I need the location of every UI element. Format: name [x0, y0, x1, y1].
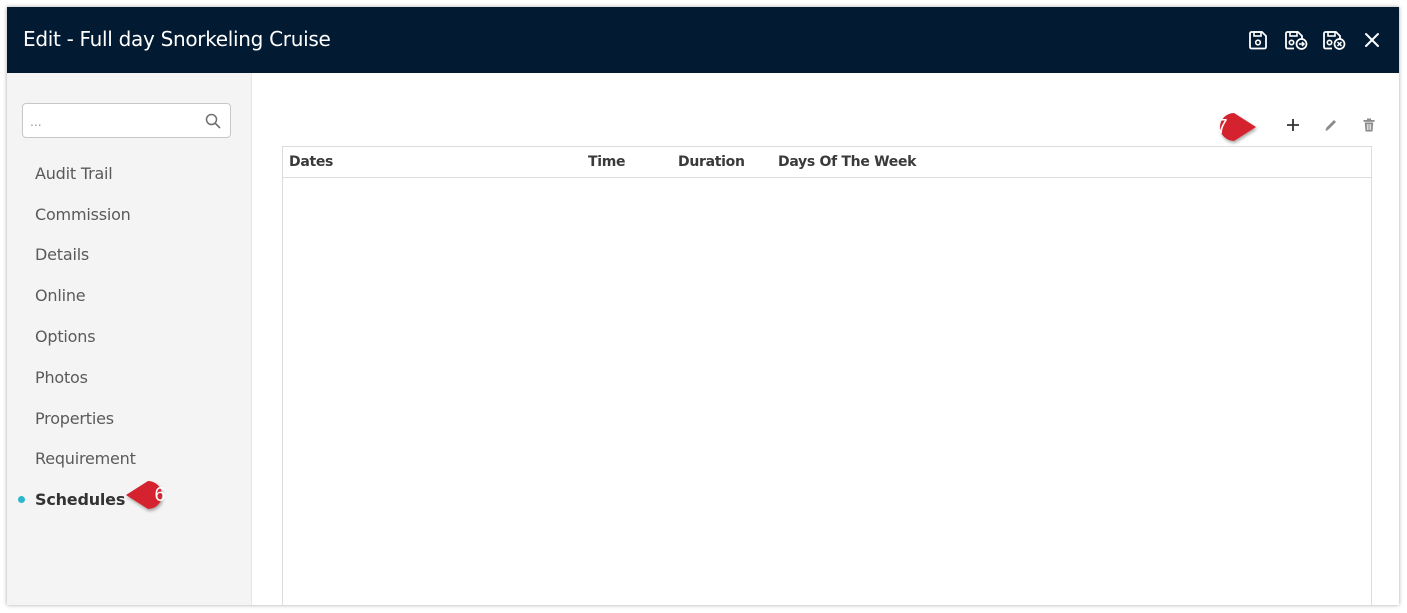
- column-header-days-of-the-week[interactable]: Days Of The Week: [778, 154, 916, 170]
- main-content: Dates Time Duration Days Of The Week: [252, 73, 1399, 605]
- edit-schedule-button[interactable]: [1319, 113, 1343, 137]
- sidebar-item-options[interactable]: Options: [7, 316, 252, 357]
- callout-marker-6: 6: [126, 475, 190, 515]
- add-icon: [1287, 119, 1299, 131]
- table-header: Dates Time Duration Days Of The Week: [283, 147, 1371, 178]
- search-icon[interactable]: [205, 113, 221, 129]
- delete-icon: [1363, 118, 1375, 132]
- dialog-title: Edit - Full day Snorkeling Cruise: [23, 27, 331, 51]
- active-indicator-dot: [18, 496, 25, 504]
- sidebar: Audit Trail Commission Details Online Op…: [7, 73, 252, 605]
- add-schedule-button[interactable]: [1281, 113, 1305, 137]
- save-and-close-icon: [1323, 31, 1346, 50]
- sidebar-item-requirement[interactable]: Requirement: [7, 439, 252, 480]
- sidebar-item-label: Commission: [35, 204, 131, 224]
- close-button[interactable]: [1359, 27, 1385, 53]
- sidebar-item-label: Online: [35, 286, 86, 306]
- save-icon: [1249, 31, 1267, 50]
- close-icon: [1365, 33, 1379, 47]
- sidebar-item-photos[interactable]: Photos: [7, 357, 252, 398]
- column-header-dates[interactable]: Dates: [289, 154, 333, 170]
- callout-number: 6: [154, 483, 166, 506]
- column-header-duration[interactable]: Duration: [678, 154, 745, 170]
- search-input[interactable]: [23, 104, 203, 137]
- dialog-header: Edit - Full day Snorkeling Cruise: [7, 7, 1399, 73]
- schedules-toolbar: [1267, 113, 1381, 137]
- header-actions: [1233, 27, 1385, 53]
- sidebar-item-details[interactable]: Details: [7, 235, 252, 276]
- sidebar-item-label: Requirement: [35, 449, 136, 469]
- save-button[interactable]: [1245, 27, 1271, 53]
- sidebar-item-label: Details: [35, 245, 90, 265]
- save-and-continue-icon: [1285, 31, 1308, 50]
- sidebar-item-label: Schedules: [35, 490, 126, 510]
- sidebar-item-properties[interactable]: Properties: [7, 398, 252, 439]
- sidebar-item-label: Audit Trail: [35, 163, 113, 183]
- edit-dialog: Edit - Full day Snorkeling Cruise ... Au…: [7, 7, 1399, 605]
- sidebar-item-online[interactable]: Online: [7, 275, 252, 316]
- schedules-table: Dates Time Duration Days Of The Week: [282, 146, 1372, 605]
- sidebar-item-label: Properties: [35, 408, 114, 428]
- search-box: [22, 103, 231, 138]
- sidebar-item-commission[interactable]: Commission: [7, 194, 252, 235]
- edit-icon: [1325, 120, 1336, 131]
- column-header-time[interactable]: Time: [588, 154, 626, 170]
- save-and-close-button[interactable]: [1321, 27, 1347, 53]
- sidebar-nav: Audit Trail Commission Details Online Op…: [7, 153, 252, 520]
- save-and-continue-button[interactable]: [1283, 27, 1309, 53]
- sidebar-item-label: Photos: [35, 367, 88, 387]
- callout-number: 7: [1216, 115, 1228, 138]
- callout-marker-7: 7: [1200, 107, 1256, 147]
- sidebar-item-label: Options: [35, 327, 96, 347]
- delete-schedule-button[interactable]: [1357, 113, 1381, 137]
- sidebar-item-audit-trail[interactable]: Audit Trail: [7, 153, 252, 194]
